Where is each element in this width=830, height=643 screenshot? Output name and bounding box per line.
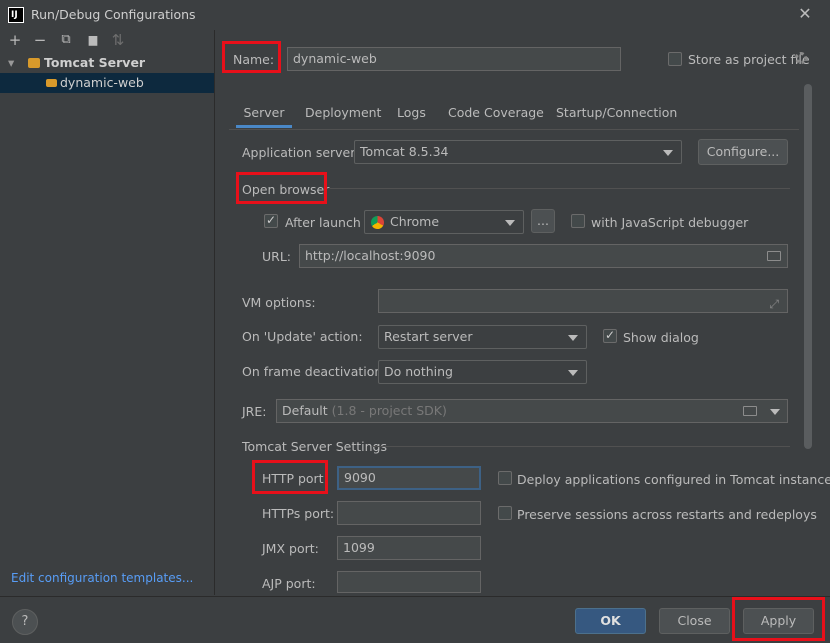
tab-code-coverage[interactable]: Code Coverage <box>448 102 544 128</box>
https-port-label: HTTPs port: <box>262 506 335 521</box>
https-port-input[interactable] <box>337 501 481 525</box>
add-configuration-icon[interactable]: + <box>7 32 23 48</box>
jre-select[interactable]: Default (1.8 - project SDK) <box>276 399 788 423</box>
jre-value: Default <box>282 403 328 418</box>
gear-icon[interactable] <box>795 52 807 64</box>
application-server-select[interactable]: Tomcat 8.5.34 <box>354 140 682 164</box>
tab-logs[interactable]: Logs <box>397 102 426 128</box>
highlight-box <box>222 41 281 73</box>
edit-configuration-templates-link[interactable]: Edit configuration templates... <box>11 571 193 585</box>
close-window-icon[interactable]: ✕ <box>796 4 814 23</box>
folder-icon[interactable] <box>767 251 781 261</box>
application-server-label: Application server: <box>242 145 360 160</box>
jre-hint: (1.8 - project SDK) <box>331 403 447 418</box>
tree-group-tomcat[interactable]: ▾ Tomcat Server <box>0 53 214 73</box>
chevron-down-icon <box>568 335 578 341</box>
chevron-down-icon[interactable] <box>770 409 780 415</box>
tree-item-dynamic-web[interactable]: dynamic-web <box>0 73 214 93</box>
highlight-box <box>252 460 328 494</box>
show-dialog-checkbox[interactable] <box>603 328 617 343</box>
show-dialog-label: Show dialog <box>623 330 699 345</box>
tabs-divider <box>229 129 799 130</box>
browser-value: Chrome <box>390 214 440 229</box>
name-input[interactable]: dynamic-web <box>287 47 621 71</box>
vm-options-label: VM options: <box>242 295 316 310</box>
after-launch-checkbox[interactable] <box>264 213 278 228</box>
javascript-debugger-checkbox[interactable] <box>571 214 585 228</box>
configurations-sidebar <box>0 30 215 595</box>
on-frame-deactivation-select[interactable]: Do nothing <box>378 360 587 384</box>
tomcat-settings-heading: Tomcat Server Settings <box>242 439 387 454</box>
ok-button[interactable]: OK <box>575 608 646 634</box>
url-label: URL: <box>262 249 292 264</box>
http-port-input[interactable]: 9090 <box>337 466 481 490</box>
chevron-down-icon <box>568 370 578 376</box>
on-update-label: On 'Update' action: <box>242 329 363 344</box>
expand-icon[interactable]: ⤢ <box>769 293 779 312</box>
chrome-icon <box>371 216 384 229</box>
highlight-box <box>236 172 327 204</box>
remove-configuration-icon[interactable]: − <box>32 32 48 48</box>
ajp-port-label: AJP port: <box>262 576 316 591</box>
store-as-project-file-checkbox[interactable] <box>668 52 682 66</box>
copy-configuration-icon[interactable]: ⧉ <box>58 32 74 48</box>
url-input[interactable]: http://localhost:9090 <box>299 244 788 268</box>
section-divider <box>372 446 790 447</box>
ajp-port-input[interactable] <box>337 571 481 593</box>
tree-group-label: Tomcat Server <box>44 55 146 70</box>
section-divider <box>330 188 790 189</box>
chevron-down-icon <box>505 220 515 226</box>
application-server-value: Tomcat 8.5.34 <box>360 144 449 159</box>
tomcat-icon <box>28 58 40 68</box>
on-update-select[interactable]: Restart server <box>378 325 587 349</box>
configure-button[interactable]: Configure... <box>698 139 788 165</box>
folder-icon[interactable] <box>743 406 757 416</box>
vm-options-input[interactable]: ⤢ <box>378 289 788 313</box>
browser-options-button[interactable]: ... <box>531 209 555 233</box>
chevron-down-icon <box>663 150 673 156</box>
help-button[interactable]: ? <box>12 609 38 635</box>
tab-server[interactable]: Server <box>236 102 292 128</box>
sort-icon[interactable]: ⇅ <box>110 32 126 48</box>
jmx-port-label: JMX port: <box>262 541 319 556</box>
scrollbar[interactable] <box>804 84 812 449</box>
jmx-port-input[interactable]: 1099 <box>337 536 481 560</box>
highlight-box <box>732 597 825 641</box>
preserve-sessions-checkbox[interactable] <box>498 506 512 520</box>
url-value: http://localhost:9090 <box>305 248 436 263</box>
javascript-debugger-label: with JavaScript debugger <box>591 215 749 230</box>
tab-startup-connection[interactable]: Startup/Connection <box>556 102 677 128</box>
close-button[interactable]: Close <box>659 608 730 634</box>
on-update-value: Restart server <box>384 329 473 344</box>
browser-select[interactable]: Chrome <box>364 210 524 234</box>
preserve-sessions-label: Preserve sessions across restarts and re… <box>517 507 817 522</box>
on-frame-deactivation-value: Do nothing <box>384 364 453 379</box>
expand-arrow-icon[interactable]: ▾ <box>8 53 14 73</box>
window-title: Run/Debug Configurations <box>31 7 196 22</box>
tab-deployment[interactable]: Deployment <box>305 102 381 128</box>
deploy-applications-label: Deploy applications configured in Tomcat… <box>517 472 830 487</box>
title-bar: IJ Run/Debug Configurations ✕ <box>0 0 830 30</box>
tree-item-label: dynamic-web <box>60 75 144 90</box>
tomcat-icon <box>46 79 57 87</box>
deploy-applications-checkbox[interactable] <box>498 471 512 485</box>
after-launch-label: After launch <box>285 215 361 230</box>
folder-icon[interactable]: ▆ <box>85 32 101 48</box>
intellij-logo-icon: IJ <box>8 7 24 23</box>
on-frame-deactivation-label: On frame deactivation: <box>242 364 387 379</box>
jre-label: JRE: <box>242 404 267 419</box>
store-as-project-file-label: Store as project file <box>688 52 810 67</box>
